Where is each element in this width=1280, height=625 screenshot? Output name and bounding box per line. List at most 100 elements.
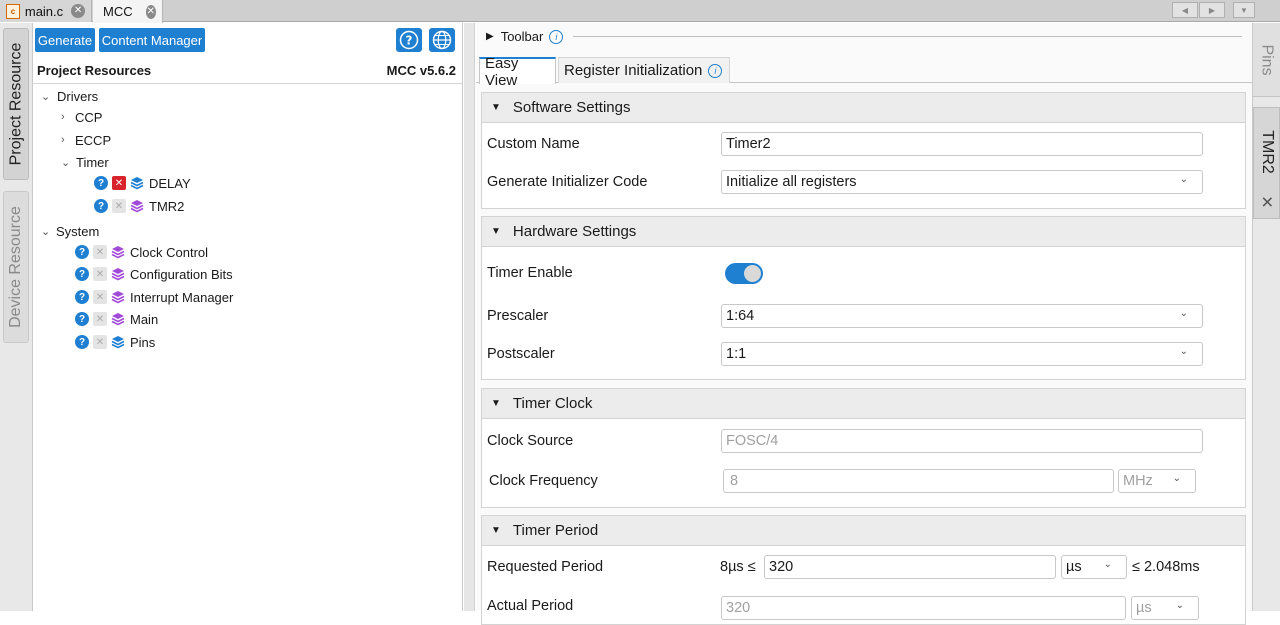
remove-icon: ✕ (112, 199, 126, 213)
tab-mcc[interactable]: MCC ✕ (93, 0, 163, 23)
tree-label: Main (130, 311, 159, 327)
chevron-down-icon: ⌄ (1179, 308, 1188, 319)
chevron-right-icon[interactable]: › (61, 134, 73, 146)
tree-node-drivers[interactable]: ⌄ Drivers (41, 86, 98, 106)
help-icon[interactable]: ? (75, 245, 89, 259)
globe-button[interactable] (429, 28, 455, 52)
clock-frequency-row: Clock Frequency 8 MHz ⌄ (482, 469, 1247, 495)
tab-easy-view-label: Easy View (485, 54, 519, 89)
tree-label: System (56, 223, 100, 239)
tree-label: Clock Control (130, 244, 209, 260)
panel-splitter[interactable] (464, 23, 475, 611)
clock-frequency-unit-select: MHz ⌄ (1118, 469, 1196, 493)
postscaler-select[interactable]: 1:1 ⌄ (721, 342, 1203, 366)
layers-icon (130, 177, 144, 190)
section-header[interactable]: ▼ Timer Clock (482, 389, 1245, 419)
tree-node-system[interactable]: ⌄ System (41, 221, 99, 241)
chevron-right-icon[interactable]: › (61, 111, 73, 123)
actual-period-row: Actual Period 320 µs ⌄ (482, 594, 1247, 620)
c-file-icon: c (6, 3, 20, 19)
custom-name-input[interactable]: Timer2 (721, 132, 1203, 156)
select-value: µs (1136, 600, 1152, 616)
help-icon[interactable]: ? (75, 335, 89, 349)
help-icon[interactable]: ? (75, 290, 89, 304)
help-icon[interactable]: ? (75, 312, 89, 326)
remove-icon[interactable]: ✕ (112, 176, 126, 190)
tab-register-initialization[interactable]: Register Initialization i (558, 57, 730, 83)
layers-icon (111, 268, 125, 281)
layers-icon (111, 291, 125, 304)
collapse-triangle-icon[interactable]: ▼ (491, 398, 501, 409)
close-icon[interactable]: ✕ (1257, 195, 1277, 208)
tab-pins[interactable]: Pins (1253, 23, 1280, 97)
help-icon[interactable]: ? (75, 267, 89, 281)
tree-label: DELAY (149, 175, 191, 191)
software-settings-section: ▼ Software Settings Custom Name Timer2 G… (481, 92, 1246, 209)
info-icon[interactable]: i (549, 29, 564, 44)
timer-enable-toggle[interactable] (725, 263, 763, 284)
tree-label: CCP (75, 109, 103, 125)
tree-node-ccp[interactable]: › CCP (61, 107, 102, 127)
section-title: Software Settings (512, 99, 631, 116)
close-icon[interactable]: ✕ (71, 4, 85, 18)
remove-icon: ✕ (93, 245, 107, 259)
tree-node-timer[interactable]: ⌄ Timer (61, 152, 109, 172)
divider (573, 36, 1242, 37)
toolbar-label: Toolbar (500, 29, 544, 44)
prescaler-select[interactable]: 1:64 ⌄ (721, 304, 1203, 328)
tree-node-interrupt-manager[interactable]: ? ✕ Interrupt Manager (75, 287, 233, 307)
help-icon[interactable]: ? (94, 199, 108, 213)
tree-node-eccp[interactable]: › ECCP (61, 130, 111, 150)
tab-project-resource[interactable]: Project Resource (3, 28, 29, 180)
content-manager-button[interactable]: Content Manager (99, 28, 205, 52)
scroll-tabs-right-button[interactable]: ▶ (1199, 2, 1225, 18)
requested-period-unit-select[interactable]: µs ⌄ (1061, 555, 1127, 579)
chevron-down-icon[interactable]: ⌄ (41, 90, 53, 103)
section-title: Timer Clock (512, 395, 593, 412)
layers-icon (111, 313, 125, 326)
tab-main-c[interactable]: c main.c ✕ (0, 0, 92, 22)
actual-period-unit-select: µs ⌄ (1131, 596, 1199, 620)
requested-period-min: 8µs ≤ (720, 559, 756, 575)
close-icon[interactable]: ✕ (145, 4, 156, 19)
tree-node-tmr2[interactable]: ? ✕ TMR2 (94, 196, 184, 216)
input-value: 320 (726, 600, 751, 616)
tree-label: TMR2 (149, 198, 185, 214)
clock-source-row: Clock Source FOSC/4 (482, 429, 1247, 455)
chevron-down-icon[interactable]: ⌄ (61, 156, 73, 169)
section-header[interactable]: ▼ Software Settings (482, 93, 1245, 123)
help-icon: ? (399, 30, 419, 50)
toolbar-section[interactable]: ▶ Toolbar i (476, 23, 1252, 50)
help-button[interactable]: ? (396, 28, 422, 52)
tab-list-menu-button[interactable]: ▼ (1233, 2, 1255, 18)
project-resources-header: Project Resources MCC v5.6.2 (33, 58, 463, 84)
select-value: 1:64 (726, 308, 755, 324)
generate-initializer-select[interactable]: Initialize all registers ⌄ (721, 170, 1203, 194)
section-header[interactable]: ▼ Timer Period (482, 516, 1245, 546)
collapse-triangle-icon[interactable]: ▼ (491, 525, 501, 536)
tree-node-main[interactable]: ? ✕ Main (75, 309, 158, 329)
tree-label: Timer (76, 154, 109, 170)
collapse-triangle-icon[interactable]: ▼ (491, 226, 501, 237)
custom-name-row: Custom Name Timer2 (482, 132, 1247, 158)
tab-tmr2[interactable]: TMR2 ✕ (1253, 107, 1280, 219)
tree-node-configuration-bits[interactable]: ? ✕ Configuration Bits (75, 264, 233, 284)
tree-node-delay[interactable]: ? ✕ DELAY (94, 173, 191, 193)
tab-device-resource[interactable]: Device Resource (3, 191, 29, 343)
generate-button[interactable]: Generate (35, 28, 95, 52)
section-header[interactable]: ▼ Hardware Settings (482, 217, 1245, 247)
scroll-tabs-left-button[interactable]: ◀ (1172, 2, 1198, 18)
expand-triangle-icon[interactable]: ▶ (486, 31, 494, 42)
help-icon[interactable]: ? (94, 176, 108, 190)
field-label: Generate Initializer Code (487, 174, 648, 190)
tree-label: ECCP (75, 132, 112, 148)
tab-easy-view[interactable]: Easy View (479, 55, 556, 89)
tree-node-clock-control[interactable]: ? ✕ Clock Control (75, 242, 208, 262)
collapse-triangle-icon[interactable]: ▼ (491, 102, 501, 113)
chevron-down-icon[interactable]: ⌄ (41, 225, 53, 238)
tree-node-pins[interactable]: ? ✕ Pins (75, 332, 155, 352)
field-label: Prescaler (487, 308, 549, 324)
info-icon[interactable]: i (708, 63, 723, 78)
requested-period-input[interactable]: 320 (764, 555, 1056, 579)
remove-icon: ✕ (93, 335, 107, 349)
